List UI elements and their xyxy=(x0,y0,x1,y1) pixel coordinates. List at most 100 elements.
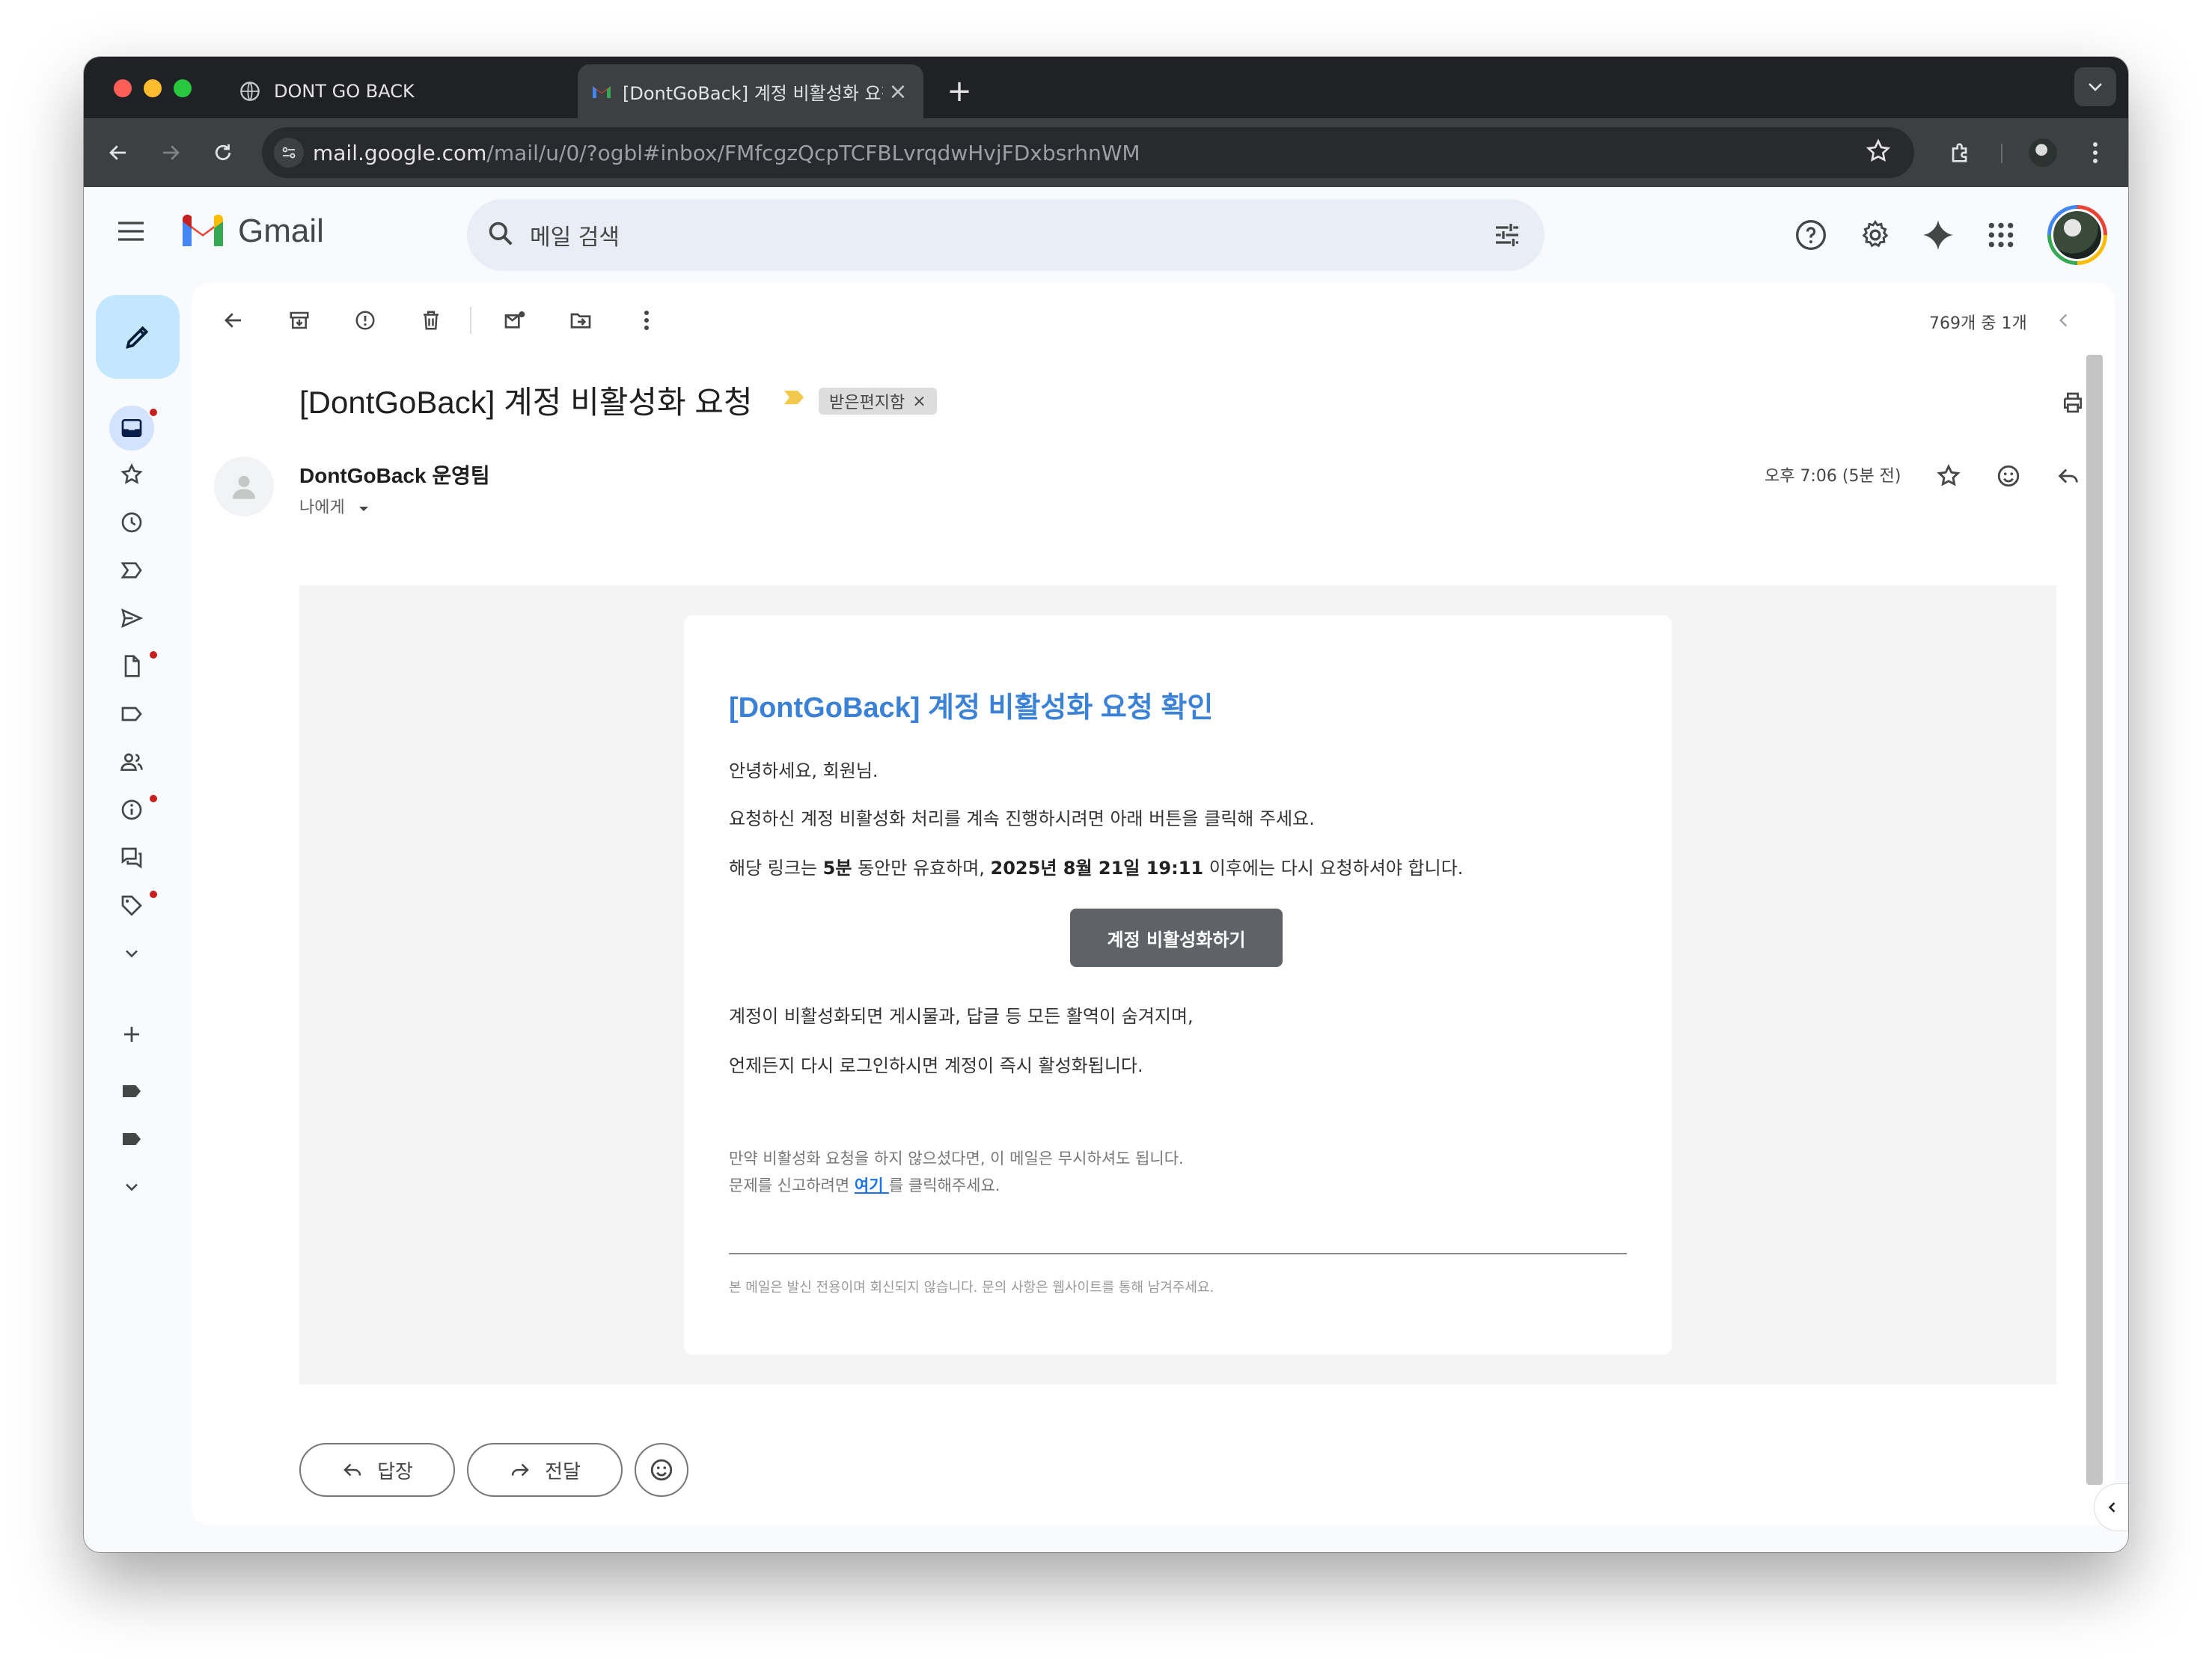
apps-button[interactable] xyxy=(1983,217,2019,253)
sender-name[interactable]: DontGoBack 운영팀 xyxy=(299,460,490,489)
email-greeting: 안녕하세요, 회원님. xyxy=(729,760,879,781)
nav-inbox[interactable] xyxy=(109,406,154,451)
star-message-button[interactable] xyxy=(1931,458,1967,494)
deactivate-account-button[interactable]: 계정 비활성화하기 xyxy=(1070,909,1283,967)
chevron-left-icon xyxy=(2059,314,2068,327)
recipient-details[interactable]: 나에게 xyxy=(299,494,370,518)
gmail-logo-icon xyxy=(183,214,223,246)
print-icon xyxy=(2064,392,2082,413)
nav-labels[interactable] xyxy=(114,696,150,732)
mark-unread-button[interactable] xyxy=(497,302,533,338)
print-button[interactable] xyxy=(2055,385,2091,421)
remove-label-icon[interactable]: × xyxy=(912,392,926,411)
create-label-button[interactable] xyxy=(114,1016,150,1052)
older-button[interactable] xyxy=(2104,302,2115,338)
settings-button[interactable] xyxy=(1857,217,1893,253)
report-link[interactable]: 여기 xyxy=(855,1177,889,1194)
browser-menu-button[interactable] xyxy=(2076,133,2115,172)
gemini-button[interactable] xyxy=(1920,217,1956,253)
react-emoji-button[interactable] xyxy=(635,1443,688,1497)
gmail-logo[interactable]: Gmail xyxy=(180,213,324,250)
reply-icon-button[interactable] xyxy=(2050,458,2086,494)
url-host: mail.google.com xyxy=(313,140,487,165)
email-heading: [DontGoBack] 계정 비활성화 요청 확인 xyxy=(729,692,1214,724)
tab-title: DONT GO BACK xyxy=(274,81,415,102)
expiry-datetime: 2025년 8월 21일 19:11 xyxy=(990,858,1204,879)
nav-label-1[interactable] xyxy=(114,1073,150,1109)
toolbar-divider xyxy=(470,307,471,334)
emoji-icon xyxy=(650,1459,673,1481)
search-options-icon[interactable] xyxy=(1492,220,1522,253)
chevron-down-icon xyxy=(126,1183,138,1191)
nav-social[interactable] xyxy=(114,744,150,780)
recipient-label: 나에게 xyxy=(299,498,345,517)
message-panel: 769개 중 1개 [DontGoBack] 계정 비활성화 요청 받은편지함 … xyxy=(192,283,2115,1525)
newer-button[interactable] xyxy=(2046,302,2082,338)
search-bar[interactable]: 메일 검색 xyxy=(467,199,1545,271)
reply-icon xyxy=(2058,469,2078,483)
new-tab-button[interactable]: + xyxy=(938,70,980,112)
message-more-button[interactable] xyxy=(2110,458,2115,494)
tag-icon xyxy=(121,895,142,916)
nav-labels-more[interactable] xyxy=(114,1169,150,1205)
delete-button[interactable] xyxy=(413,302,449,338)
nav-sent[interactable] xyxy=(114,600,150,636)
back-to-inbox-button[interactable] xyxy=(216,302,251,338)
nav-promotions[interactable] xyxy=(114,888,150,924)
gmail-favicon-icon xyxy=(591,81,612,102)
email-subject: [DontGoBack] 계정 비활성화 요청 xyxy=(299,385,753,420)
plus-icon xyxy=(124,1027,139,1042)
site-settings-icon[interactable] xyxy=(274,138,304,168)
more-actions-button[interactable] xyxy=(629,302,664,338)
main-menu-button[interactable] xyxy=(117,220,145,245)
back-button[interactable] xyxy=(99,133,138,172)
scrollbar[interactable] xyxy=(2086,355,2103,1485)
inbox-label-chip[interactable]: 받은편지함 × xyxy=(819,388,937,415)
arrow-left-icon xyxy=(109,145,126,160)
search-input[interactable]: 메일 검색 xyxy=(530,219,620,251)
email-note: 만약 비활성화 요청을 하지 않으셨다면, 이 메일은 무시하셔도 됩니다. xyxy=(729,1150,1184,1168)
nav-drafts[interactable] xyxy=(114,648,150,684)
nav-label-2[interactable] xyxy=(114,1121,150,1157)
nav-updates[interactable] xyxy=(114,792,150,828)
help-button[interactable] xyxy=(1793,217,1829,253)
close-tab-icon[interactable]: × xyxy=(883,79,913,105)
maximize-window-button[interactable] xyxy=(174,79,192,97)
nav-starred[interactable] xyxy=(114,457,150,492)
archive-button[interactable] xyxy=(281,302,317,338)
tab-strip: DONT GO BACK × [DontGoBack] 계정 비활성화 요청 ×… xyxy=(84,57,2128,118)
pager-count: 769개 중 1개 xyxy=(1929,314,2027,333)
sender-avatar[interactable] xyxy=(214,457,274,516)
tab-search-button[interactable] xyxy=(2074,67,2116,106)
extensions-button[interactable] xyxy=(1941,133,1980,172)
reload-button[interactable] xyxy=(204,133,242,172)
open-new-window-button[interactable] xyxy=(2109,385,2115,421)
chevron-right-icon xyxy=(2112,311,2115,330)
reload-icon xyxy=(215,144,231,160)
add-reaction-button[interactable] xyxy=(1991,458,2026,494)
forward-button[interactable]: 전달 xyxy=(467,1443,623,1497)
move-to-button[interactable] xyxy=(563,302,599,338)
pencil-icon xyxy=(126,326,149,349)
chevron-down-icon xyxy=(126,950,138,958)
nav-important[interactable] xyxy=(114,552,150,588)
forward-button[interactable] xyxy=(151,133,190,172)
text-fragment: 이후에는 다시 요청하셔야 합니다. xyxy=(1203,858,1464,879)
profile-button[interactable] xyxy=(2023,133,2062,172)
report-spam-button[interactable] xyxy=(347,302,383,338)
address-bar[interactable]: mail.google.com/mail/u/0/?ogbl#inbox/FMf… xyxy=(262,127,1914,178)
nav-snoozed[interactable] xyxy=(114,504,150,540)
minimize-window-button[interactable] xyxy=(144,79,162,97)
importance-marker-icon[interactable] xyxy=(783,389,805,409)
nav-more[interactable] xyxy=(114,936,150,971)
compose-button[interactable] xyxy=(96,295,180,379)
nav-forums[interactable] xyxy=(114,840,150,876)
close-window-button[interactable] xyxy=(114,79,132,97)
email-validity-paragraph: 해당 링크는 5분 동안만 유효하며, 2025년 8월 21일 19:11 이… xyxy=(729,853,1463,879)
reply-button[interactable]: 답장 xyxy=(299,1443,455,1497)
forward-label: 전달 xyxy=(545,1460,581,1483)
bookmark-star-icon[interactable] xyxy=(1865,138,1892,170)
search-icon[interactable] xyxy=(486,219,515,251)
tab-gmail-active[interactable]: [DontGoBack] 계정 비활성화 요청 × xyxy=(578,64,923,118)
account-avatar[interactable] xyxy=(2047,205,2107,265)
